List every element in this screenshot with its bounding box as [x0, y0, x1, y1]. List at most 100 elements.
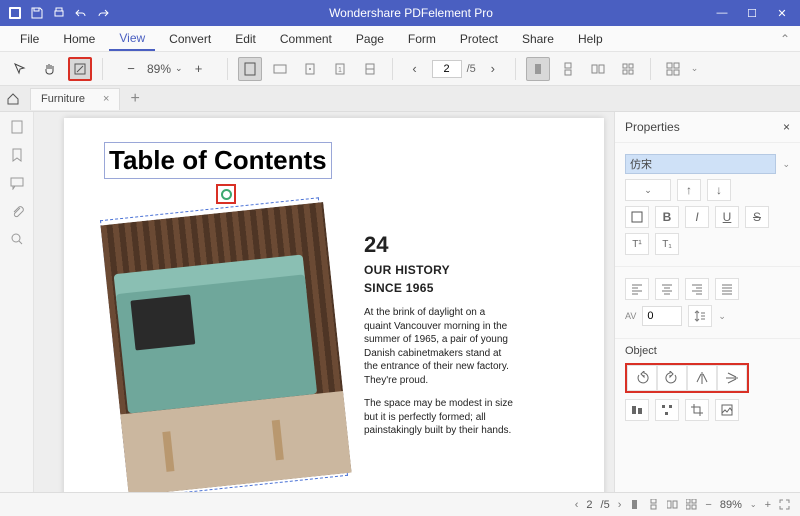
align-objects-icon[interactable]	[625, 399, 649, 421]
zoom-level: 89%	[147, 62, 171, 76]
flip-vertical-icon[interactable]	[717, 365, 747, 391]
strikethrough-icon[interactable]: S	[745, 206, 769, 228]
italic-icon[interactable]: I	[685, 206, 709, 228]
next-page-icon[interactable]: ›	[481, 57, 505, 81]
attachments-panel-icon[interactable]	[10, 204, 24, 218]
thumbnail-dropdown-icon[interactable]: ⌄	[691, 63, 699, 74]
line-spacing-dropdown-icon[interactable]: ⌄	[718, 311, 726, 322]
comments-panel-icon[interactable]	[10, 176, 24, 190]
distribute-icon[interactable]	[655, 399, 679, 421]
properties-panel: Properties × 仿宋 ⌄ ⌄ ↑ ↓ B I U S T¹ T₁	[614, 112, 800, 492]
hand-tool-icon[interactable]	[38, 57, 62, 81]
replace-image-icon[interactable]	[715, 399, 739, 421]
menu-view[interactable]: View	[109, 27, 155, 51]
rotate-ccw-icon[interactable]	[627, 365, 657, 391]
collapse-ribbon-icon[interactable]: ⌃	[780, 32, 790, 46]
align-center-icon[interactable]	[655, 278, 679, 300]
status-zoom-dropdown-icon[interactable]: ⌄	[750, 500, 757, 509]
font-family-select[interactable]: 仿宋	[625, 154, 776, 174]
actual-size-icon[interactable]	[298, 57, 322, 81]
continuous-page-icon[interactable]	[556, 57, 580, 81]
separator	[515, 58, 516, 80]
align-justify-icon[interactable]	[715, 278, 739, 300]
text-color-icon[interactable]	[625, 206, 649, 228]
fit-page-icon[interactable]	[238, 57, 262, 81]
tab-furniture[interactable]: Furniture ×	[30, 88, 120, 110]
font-dropdown-icon[interactable]: ⌄	[782, 159, 790, 170]
status-single-icon[interactable]	[629, 499, 640, 510]
letter-spacing-label: AV	[625, 311, 636, 321]
minimize-button[interactable]: —	[710, 3, 734, 23]
align-right-icon[interactable]	[685, 278, 709, 300]
menu-page[interactable]: Page	[346, 28, 394, 50]
svg-text:1: 1	[338, 67, 342, 74]
undo-icon[interactable]	[74, 6, 88, 20]
menu-comment[interactable]: Comment	[270, 28, 342, 50]
menu-protect[interactable]: Protect	[450, 28, 508, 50]
status-zoom-in-icon[interactable]: +	[765, 499, 771, 511]
status-grid-icon[interactable]	[686, 499, 697, 510]
save-icon[interactable]	[30, 6, 44, 20]
font-shrink-icon[interactable]: ↓	[707, 179, 731, 201]
tab-home-icon[interactable]	[6, 92, 26, 106]
image-object[interactable]	[100, 202, 351, 492]
superscript-icon[interactable]: T¹	[625, 233, 649, 255]
new-tab-icon[interactable]: +	[124, 90, 145, 108]
search-panel-icon[interactable]	[10, 232, 24, 246]
rotation-handle[interactable]	[216, 184, 236, 204]
tab-close-icon[interactable]: ×	[103, 93, 109, 105]
print-icon[interactable]	[52, 6, 66, 20]
status-page-current: 2	[586, 499, 592, 511]
prev-page-icon[interactable]: ‹	[403, 57, 427, 81]
status-page-total: /5	[601, 499, 610, 511]
status-continuous-icon[interactable]	[648, 499, 659, 510]
document-title[interactable]: Table of Contents	[104, 142, 332, 179]
zoom-out-button[interactable]: −	[119, 57, 143, 81]
single-page-icon[interactable]	[526, 57, 550, 81]
two-page-icon[interactable]	[586, 57, 610, 81]
font-size-select[interactable]: ⌄	[625, 179, 671, 201]
tab-label: Furniture	[41, 93, 85, 105]
subscript-icon[interactable]: T₁	[655, 233, 679, 255]
line-spacing-icon[interactable]	[688, 305, 712, 327]
bookmarks-panel-icon[interactable]	[10, 148, 24, 162]
zoom-in-button[interactable]: +	[187, 57, 211, 81]
menu-edit[interactable]: Edit	[225, 28, 266, 50]
select-tool-icon[interactable]	[8, 57, 32, 81]
status-next-page-icon[interactable]: ›	[618, 499, 622, 511]
redo-icon[interactable]	[96, 6, 110, 20]
align-left-icon[interactable]	[625, 278, 649, 300]
menu-convert[interactable]: Convert	[159, 28, 221, 50]
bold-icon[interactable]: B	[655, 206, 679, 228]
menu-share[interactable]: Share	[512, 28, 564, 50]
status-prev-page-icon[interactable]: ‹	[575, 499, 579, 511]
edit-tool-icon[interactable]	[68, 57, 92, 81]
fit-width-icon[interactable]	[268, 57, 292, 81]
letter-spacing-input[interactable]	[642, 306, 682, 326]
status-zoom: 89%	[720, 499, 742, 511]
crop-icon[interactable]	[685, 399, 709, 421]
zoom-dropdown-icon[interactable]: ⌄	[175, 63, 183, 74]
font-grow-icon[interactable]: ↑	[677, 179, 701, 201]
close-button[interactable]: ✕	[770, 3, 794, 23]
document-canvas[interactable]: Table of Contents 24 OUR HISTORY SINCE 1…	[34, 112, 614, 492]
two-page-continuous-icon[interactable]	[616, 57, 640, 81]
status-fit-icon[interactable]	[779, 499, 790, 510]
menu-form[interactable]: Form	[398, 28, 446, 50]
status-twopage-icon[interactable]	[667, 499, 678, 510]
layout-mode2-icon[interactable]	[358, 57, 382, 81]
thumbnail-view-icon[interactable]	[661, 57, 685, 81]
app-logo-icon	[8, 6, 22, 20]
menu-file[interactable]: File	[10, 28, 49, 50]
rotate-cw-icon[interactable]	[657, 365, 687, 391]
thumbnails-panel-icon[interactable]	[10, 120, 24, 134]
layout-mode1-icon[interactable]: 1	[328, 57, 352, 81]
close-panel-icon[interactable]: ×	[783, 120, 790, 134]
maximize-button[interactable]: ☐	[740, 3, 764, 23]
underline-icon[interactable]: U	[715, 206, 739, 228]
menu-help[interactable]: Help	[568, 28, 613, 50]
menu-home[interactable]: Home	[53, 28, 105, 50]
flip-horizontal-icon[interactable]	[687, 365, 717, 391]
status-zoom-out-icon[interactable]: −	[705, 499, 711, 511]
page-input[interactable]	[432, 60, 462, 78]
